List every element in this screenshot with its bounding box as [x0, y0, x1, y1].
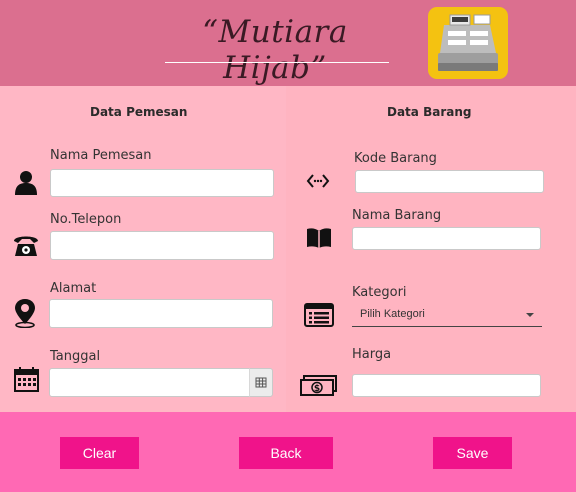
app-title: “Mutiara Hijab”	[202, 14, 348, 86]
cash-register-icon	[428, 7, 508, 79]
svg-text:$: $	[314, 384, 320, 394]
harga-input[interactable]	[352, 374, 541, 397]
location-pin-icon	[13, 298, 37, 332]
footer-bar: Clear Back Save	[0, 412, 576, 492]
customer-section-title: Data Pemesan	[90, 105, 188, 119]
kategori-dropdown[interactable]: Pilih Kategori	[352, 304, 542, 327]
kode-barang-input[interactable]	[355, 170, 544, 193]
calendar-grid-icon	[255, 377, 267, 388]
back-button[interactable]: Back	[239, 437, 333, 469]
calendar-icon	[14, 367, 39, 396]
date-picker-button[interactable]	[249, 368, 273, 397]
app-window: “Mutiara Hijab” Data Pemesan Nama Pemesa…	[0, 0, 576, 492]
book-icon	[306, 227, 332, 253]
no-telepon-input[interactable]	[50, 231, 274, 260]
kategori-selected-value: Pilih Kategori	[360, 308, 425, 320]
alamat-input[interactable]	[49, 299, 273, 328]
nama-pemesan-label: Nama Pemesan	[50, 148, 152, 163]
code-arrows-icon	[306, 172, 330, 194]
nama-barang-label: Nama Barang	[352, 208, 442, 223]
telephone-icon	[12, 232, 40, 262]
item-section-title: Data Barang	[387, 105, 472, 119]
nama-pemesan-input[interactable]	[50, 169, 274, 197]
tanggal-input[interactable]	[49, 368, 250, 397]
kategori-label: Kategori	[352, 285, 407, 300]
alamat-label: Alamat	[50, 281, 97, 296]
tanggal-label: Tanggal	[50, 349, 101, 364]
title-underline	[165, 62, 389, 63]
nama-barang-input[interactable]	[352, 227, 541, 250]
clear-button[interactable]: Clear	[60, 437, 139, 469]
money-bill-icon: $	[300, 375, 338, 401]
harga-label: Harga	[352, 347, 392, 362]
person-icon	[14, 170, 38, 200]
kode-barang-label: Kode Barang	[354, 151, 437, 166]
header-bar: “Mutiara Hijab”	[0, 0, 576, 86]
chevron-down-icon	[526, 313, 534, 317]
no-telepon-label: No.Telepon	[50, 212, 122, 227]
list-window-icon	[304, 303, 334, 331]
save-button[interactable]: Save	[433, 437, 512, 469]
